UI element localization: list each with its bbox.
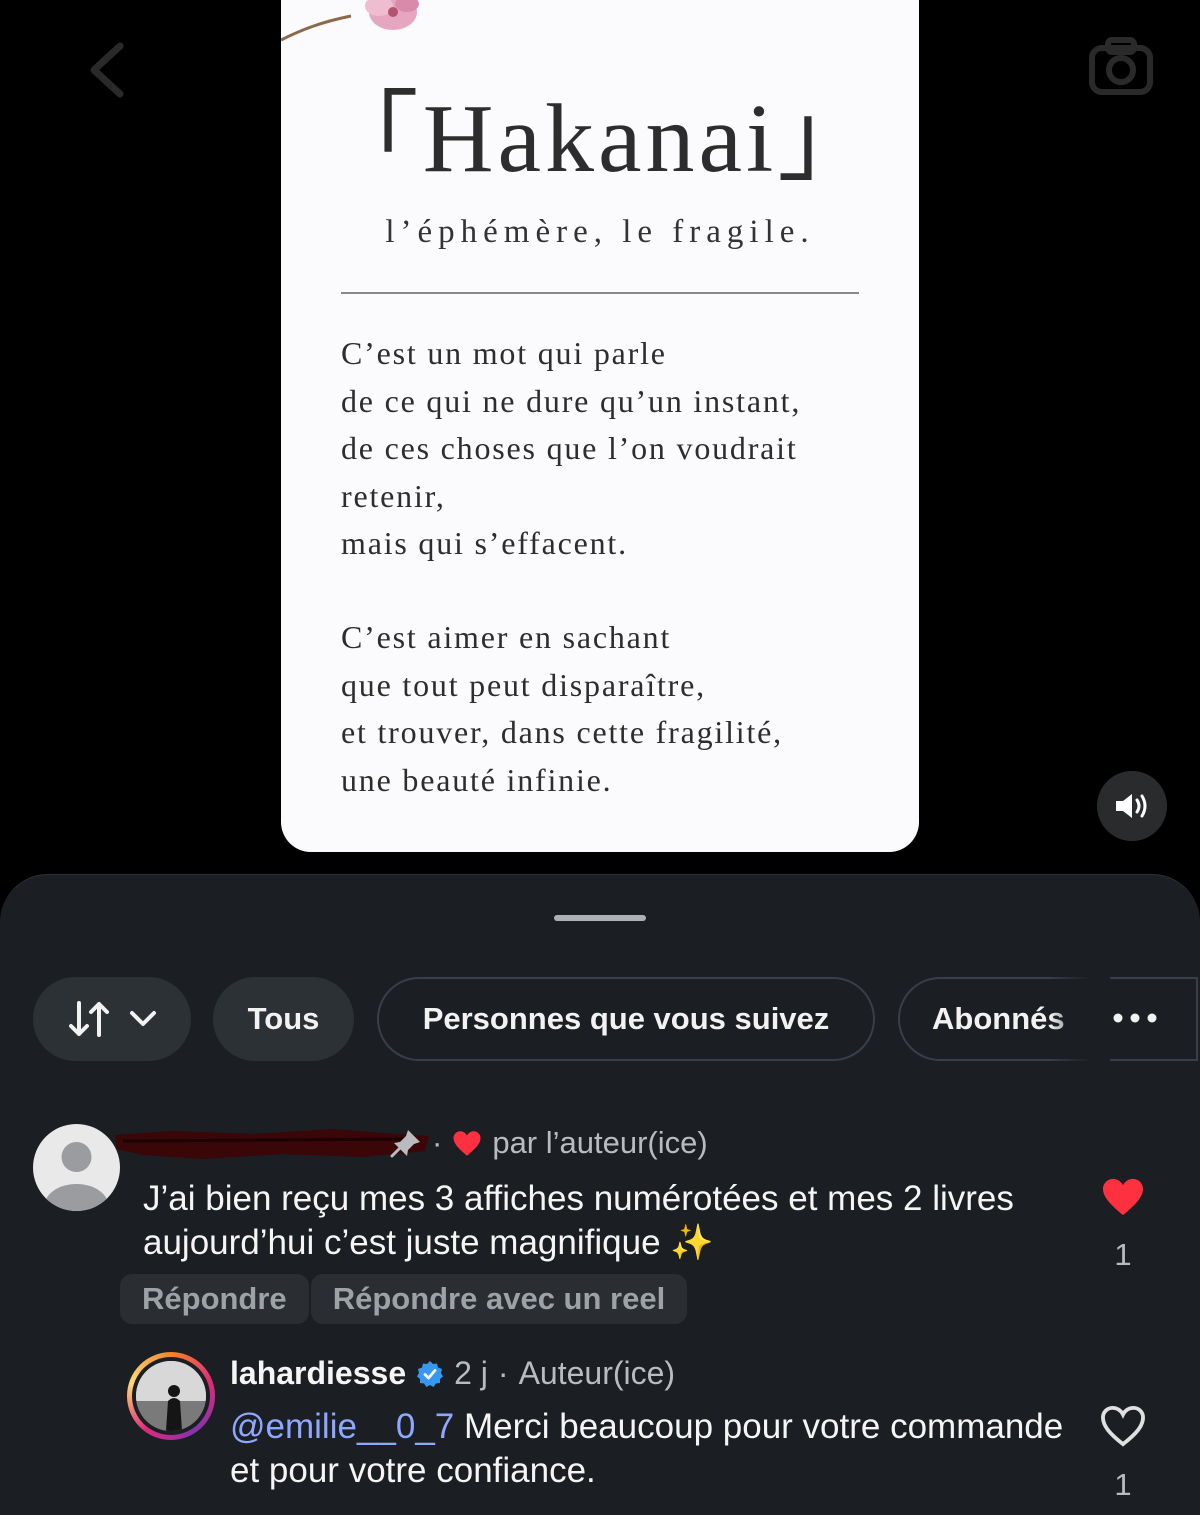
sheet-drag-handle[interactable] [554, 915, 646, 921]
stanza-line: retenir, [341, 477, 446, 514]
back-arrow-icon[interactable] [82, 40, 132, 100]
stanza-line: une beauté infinie. [341, 761, 613, 798]
poster-stanza-1: C’est un mot qui parle de ce qui ne dure… [341, 330, 881, 568]
chevron-down-icon [130, 1011, 156, 1026]
sort-button[interactable] [33, 977, 191, 1061]
cherry-blossom-decoration [281, 0, 419, 42]
stanza-line: C’est un mot qui parle [341, 335, 667, 371]
author-liked-heart-icon [453, 1130, 481, 1156]
poster-title: 「Hakanai」 [320, 85, 880, 193]
comment-meta: · par l’auteur(ice) [390, 1125, 708, 1161]
stanza-line: de ce qui ne dure qu’un instant, [341, 382, 802, 419]
poster-divider [341, 292, 859, 294]
meta-separator: · [432, 1125, 443, 1160]
more-dots-icon [1113, 1013, 1157, 1023]
sort-arrows-icon [69, 1001, 109, 1037]
verified-badge-icon [417, 1360, 444, 1387]
redacted-username [115, 1129, 429, 1159]
pin-icon [390, 1130, 420, 1158]
camera-icon[interactable] [1088, 36, 1154, 96]
filter-following-chip[interactable]: Personnes que vous suivez [377, 977, 875, 1061]
reply-like-count: 1 [1114, 1467, 1132, 1502]
stanza-line: mais qui s’effacent. [341, 525, 628, 561]
default-user-icon [44, 1142, 109, 1211]
reply-text: @emilie__0_7 Merci beaucoup pour votre c… [230, 1405, 1090, 1493]
meta-separator: · [497, 1355, 509, 1391]
author-username[interactable]: lahardiesse [230, 1355, 406, 1392]
poster-stanza-2: C’est aimer en sachant que tout peut dis… [341, 614, 881, 804]
stanza-line: de ces choses que l’on voudrait [341, 430, 798, 466]
more-options-button[interactable] [1100, 993, 1170, 1043]
person-silhouette-icon [136, 1361, 206, 1431]
comments-sheet: Tous Personnes que vous suivez Abonnés ·… [0, 874, 1200, 1515]
comment-like-heart-icon[interactable] [1100, 1177, 1146, 1217]
comment-like-count: 1 [1114, 1237, 1132, 1272]
stanza-line: et trouver, dans cette fragilité, [341, 714, 783, 750]
comment-actions: Répondre Répondre avec un reel [120, 1274, 688, 1324]
speaker-icon [1116, 794, 1147, 818]
liked-by-author-label: par l’auteur(ice) [492, 1125, 708, 1160]
user-mention-link[interactable]: @emilie__0_7 [230, 1407, 454, 1446]
author-label: Auteur(ice) [518, 1355, 676, 1391]
author-avatar-photo [136, 1361, 206, 1431]
comment-text: J’ai bien reçu mes 3 affiches numérotées… [143, 1179, 1014, 1262]
reply-like-heart-icon[interactable] [1100, 1405, 1146, 1447]
stanza-line: C’est aimer en sachant [341, 619, 672, 655]
post-image[interactable]: 「Hakanai」 l’éphémère, le fragile. C’est … [281, 0, 919, 852]
poster-subtitle: l’éphémère, le fragile. [385, 214, 815, 250]
reply-timestamp: 2 j [454, 1355, 488, 1391]
filter-tous-chip[interactable]: Tous [213, 977, 354, 1061]
commenter-avatar[interactable] [33, 1124, 120, 1211]
sound-toggle-button[interactable] [1097, 771, 1167, 841]
reply-meta: lahardiesse 2 j · Auteur(ice) [230, 1355, 675, 1392]
reply-with-reel-button[interactable]: Répondre avec un reel [310, 1274, 688, 1324]
stanza-line: que tout peut disparaître, [341, 666, 706, 703]
author-avatar[interactable] [127, 1352, 215, 1440]
reply-button[interactable]: Répondre [120, 1274, 309, 1324]
